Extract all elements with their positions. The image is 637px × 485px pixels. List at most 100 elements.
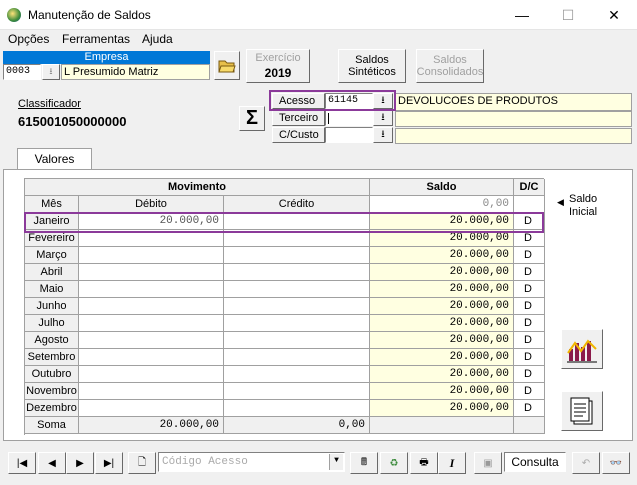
report-button[interactable]: [561, 391, 603, 431]
acesso-description: DEVOLUCOES DE PRODUTOS: [395, 93, 632, 111]
previous-record-button[interactable]: ◀: [38, 452, 66, 474]
credito-cell[interactable]: [224, 281, 370, 298]
recycle-button[interactable]: ♻: [380, 452, 408, 474]
empresa-code-field[interactable]: 0003: [3, 64, 41, 80]
undo-button[interactable]: ↶: [572, 452, 600, 474]
saldo-cell[interactable]: 20.000,00: [370, 298, 514, 315]
terceiro-lookup-icon[interactable]: ⭳: [373, 110, 393, 126]
debito-cell[interactable]: 20.000,00: [79, 213, 224, 230]
new-record-button[interactable]: 🗋: [128, 452, 156, 474]
terceiro-input[interactable]: [325, 110, 373, 126]
saldo-cell[interactable]: 20.000,00: [370, 400, 514, 417]
printer-icon: 🖶: [419, 456, 429, 468]
saldo-cell[interactable]: 20.000,00: [370, 383, 514, 400]
minimize-button[interactable]: —: [499, 0, 545, 30]
ccusto-input[interactable]: [325, 127, 373, 143]
debito-cell[interactable]: [79, 264, 224, 281]
movimento-header: Movimento: [25, 179, 370, 196]
dc-cell[interactable]: D: [514, 281, 545, 298]
saldo-cell[interactable]: 20.000,00: [370, 247, 514, 264]
print-button[interactable]: 🖶: [410, 452, 438, 474]
search-button[interactable]: 👓: [602, 452, 630, 474]
debito-cell[interactable]: [79, 400, 224, 417]
credito-cell[interactable]: [224, 264, 370, 281]
save-button[interactable]: ▣: [474, 452, 502, 474]
debito-cell[interactable]: [79, 298, 224, 315]
saldo-cell[interactable]: 20.000,00: [370, 213, 514, 230]
dc-cell[interactable]: D: [514, 230, 545, 247]
saldos-consolidados-button[interactable]: Saldos Consolidados: [416, 49, 484, 83]
close-button[interactable]: ✕: [591, 0, 637, 30]
soma-credito: 0,00: [224, 417, 370, 434]
debito-cell[interactable]: [79, 315, 224, 332]
menu-opcoes[interactable]: Opções: [8, 32, 49, 46]
dc-cell[interactable]: D: [514, 264, 545, 281]
month-cell: Janeiro: [25, 213, 79, 230]
chart-button[interactable]: [561, 329, 603, 369]
empresa-name-field[interactable]: L Presumido Matriz: [61, 64, 210, 80]
dc-cell[interactable]: D: [514, 332, 545, 349]
credito-cell[interactable]: [224, 230, 370, 247]
tab-valores[interactable]: Valores: [17, 148, 92, 170]
saldo-cell[interactable]: 20.000,00: [370, 230, 514, 247]
credito-column-header: Crédito: [224, 196, 370, 213]
month-cell: Dezembro: [25, 400, 79, 417]
dc-cell[interactable]: D: [514, 298, 545, 315]
dc-cell[interactable]: D: [514, 315, 545, 332]
credito-cell[interactable]: [224, 247, 370, 264]
sum-button[interactable]: Σ: [239, 106, 265, 131]
open-folder-button[interactable]: [214, 51, 240, 80]
first-record-button[interactable]: |◀: [8, 452, 36, 474]
dc-cell[interactable]: D: [514, 383, 545, 400]
dc-cell[interactable]: D: [514, 213, 545, 230]
dropdown-arrow-icon[interactable]: ▼: [329, 454, 343, 470]
saldo-cell[interactable]: 20.000,00: [370, 366, 514, 383]
text-cursor: [328, 113, 329, 124]
saldo-cell[interactable]: 20.000,00: [370, 315, 514, 332]
debito-cell[interactable]: [79, 383, 224, 400]
ccusto-lookup-icon[interactable]: ⭳: [373, 127, 393, 143]
credito-cell[interactable]: [224, 366, 370, 383]
credito-cell[interactable]: [224, 349, 370, 366]
saldo-inicial-label: Saldo Inicial: [569, 193, 598, 218]
codigo-acesso-input[interactable]: Código Acesso ▼: [158, 452, 345, 472]
acesso-input[interactable]: 61145: [325, 93, 373, 109]
debito-cell[interactable]: [79, 332, 224, 349]
menu-ajuda[interactable]: Ajuda: [142, 32, 173, 46]
empresa-dropdown-icon[interactable]: ⭳: [42, 64, 60, 80]
acesso-lookup-icon[interactable]: ⭳: [373, 93, 393, 109]
credito-cell[interactable]: [224, 213, 370, 230]
dc-cell[interactable]: D: [514, 400, 545, 417]
credito-cell[interactable]: [224, 332, 370, 349]
maximize-button[interactable]: ☐: [545, 0, 591, 30]
debito-cell[interactable]: [79, 247, 224, 264]
terceiro-description: [395, 111, 632, 127]
last-record-button[interactable]: ▶|: [95, 452, 123, 474]
saldo-cell[interactable]: 20.000,00: [370, 349, 514, 366]
credito-cell[interactable]: [224, 383, 370, 400]
month-cell: Outubro: [25, 366, 79, 383]
saldo-cell[interactable]: 20.000,00: [370, 264, 514, 281]
saldo-cell[interactable]: 20.000,00: [370, 281, 514, 298]
menu-ferramentas[interactable]: Ferramentas: [62, 32, 130, 46]
saldo-cell[interactable]: 20.000,00: [370, 332, 514, 349]
dc-cell[interactable]: D: [514, 366, 545, 383]
saldos-sinteticos-button[interactable]: Saldos Sintéticos: [338, 49, 406, 83]
debito-cell[interactable]: [79, 281, 224, 298]
exercicio-box[interactable]: Exercício 2019: [246, 49, 310, 83]
dc-cell[interactable]: D: [514, 349, 545, 366]
debito-cell[interactable]: [79, 349, 224, 366]
debito-cell[interactable]: [79, 366, 224, 383]
info-button[interactable]: I: [438, 452, 466, 474]
dc-cell[interactable]: D: [514, 247, 545, 264]
chart-icon: [567, 339, 597, 363]
next-record-button[interactable]: ▶: [66, 452, 94, 474]
classificador-value: 615001050000000: [18, 114, 127, 129]
soma-dc: [514, 417, 545, 434]
credito-cell[interactable]: [224, 400, 370, 417]
exercicio-label: Exercício: [255, 52, 301, 64]
credito-cell[interactable]: [224, 315, 370, 332]
debito-cell[interactable]: [79, 230, 224, 247]
calculator-button[interactable]: 🖩: [350, 452, 378, 474]
credito-cell[interactable]: [224, 298, 370, 315]
